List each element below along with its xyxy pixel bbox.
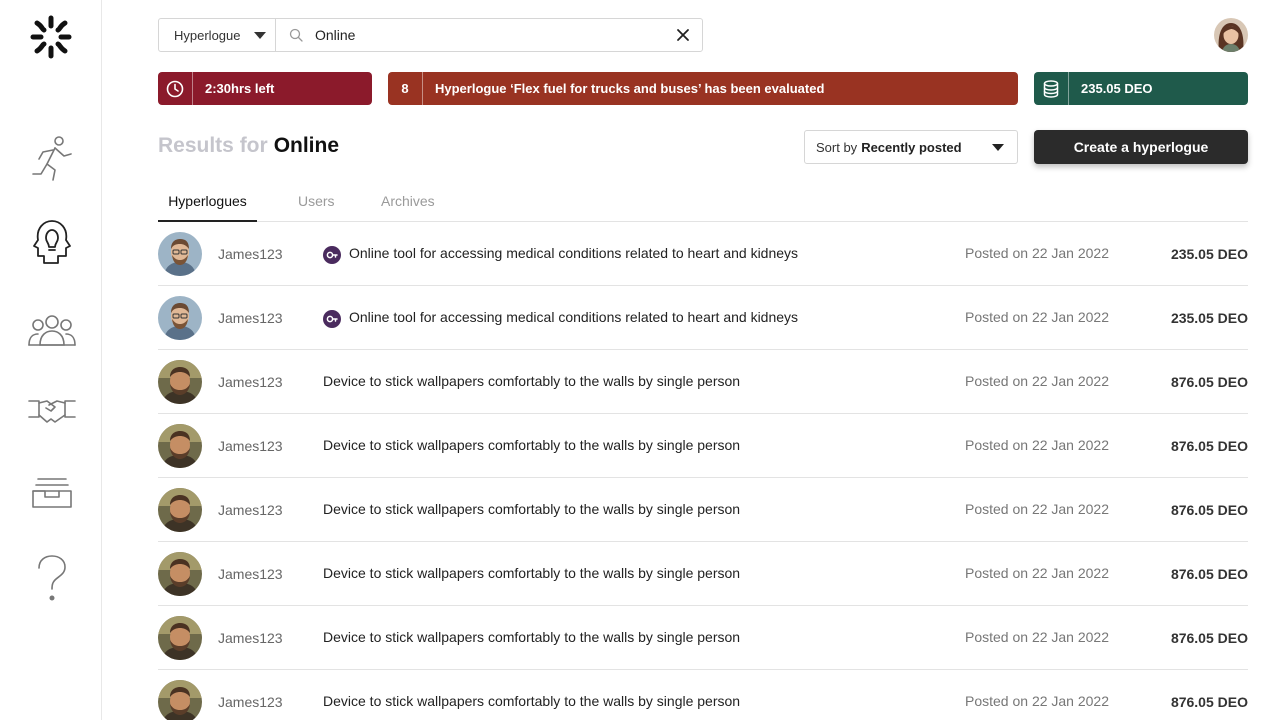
search-field bbox=[276, 19, 702, 51]
amount: 876.05 DEO bbox=[1170, 694, 1248, 710]
key-badge-icon bbox=[323, 246, 341, 264]
coin-stack-icon bbox=[1034, 72, 1069, 105]
hyperlogue-title[interactable]: Online tool for accessing medical condit… bbox=[349, 309, 798, 325]
sort-value: Recently posted bbox=[861, 139, 962, 155]
list-item[interactable]: James123 Device to stick wallpapers comfo… bbox=[158, 350, 1248, 414]
posted-date: Posted on 22 Jan 2022 bbox=[965, 245, 1110, 261]
list-item[interactable]: James123 Device to stick wallpapers comfo… bbox=[158, 478, 1248, 542]
amount: 876.05 DEO bbox=[1170, 438, 1248, 454]
username[interactable]: James123 bbox=[218, 630, 283, 646]
amount: 235.05 DEO bbox=[1170, 310, 1248, 326]
hyperlogue-title[interactable]: Device to stick wallpapers comfortably t… bbox=[323, 437, 740, 453]
amount: 876.05 DEO bbox=[1170, 630, 1248, 646]
running-person-icon[interactable] bbox=[26, 132, 78, 184]
app-logo[interactable] bbox=[28, 14, 74, 60]
tab-users[interactable]: Users bbox=[298, 185, 335, 222]
hyperlogue-title[interactable]: Device to stick wallpapers comfortably t… bbox=[323, 501, 740, 517]
posted-date: Posted on 22 Jan 2022 bbox=[965, 565, 1110, 581]
time-remaining-text: 2:30hrs left bbox=[205, 81, 275, 96]
username[interactable]: James123 bbox=[218, 438, 283, 454]
notification-count: 8 bbox=[388, 72, 423, 105]
inbox-tray-icon[interactable] bbox=[26, 466, 78, 518]
avatar[interactable] bbox=[158, 616, 202, 660]
posted-date: Posted on 22 Jan 2022 bbox=[965, 629, 1110, 645]
posted-date: Posted on 22 Jan 2022 bbox=[965, 309, 1110, 325]
page-title: Results for Online bbox=[158, 134, 339, 158]
list-item[interactable]: James123 Online tool for accessing medica… bbox=[158, 222, 1248, 286]
head-lightbulb-icon[interactable] bbox=[26, 216, 78, 268]
search-bar: Hyperlogue bbox=[158, 18, 703, 52]
clear-search-icon[interactable] bbox=[676, 28, 690, 42]
hyperlogue-title[interactable]: Device to stick wallpapers comfortably t… bbox=[323, 373, 740, 389]
tab-hyperlogues[interactable]: Hyperlogues bbox=[158, 185, 257, 222]
search-scope-dropdown[interactable]: Hyperlogue bbox=[159, 19, 276, 51]
amount: 876.05 DEO bbox=[1170, 502, 1248, 518]
avatar[interactable] bbox=[158, 296, 202, 340]
list-item[interactable]: James123 Online tool for accessing medica… bbox=[158, 286, 1248, 350]
hyperlogue-title[interactable]: Online tool for accessing medical condit… bbox=[349, 245, 798, 261]
help-question-icon[interactable] bbox=[26, 552, 78, 604]
posted-date: Posted on 22 Jan 2022 bbox=[965, 437, 1110, 453]
balance-banner: 235.05 DEO bbox=[1034, 72, 1248, 105]
results-list: James123 Online tool for accessing medica… bbox=[158, 222, 1248, 720]
notification-text: Hyperlogue ‘Flex fuel for trucks and bus… bbox=[435, 81, 825, 96]
results-query: Online bbox=[273, 134, 340, 157]
username[interactable]: James123 bbox=[218, 246, 283, 262]
avatar[interactable] bbox=[158, 360, 202, 404]
hyperlogue-title[interactable]: Device to stick wallpapers comfortably t… bbox=[323, 693, 740, 709]
list-item[interactable]: James123 Device to stick wallpapers comfo… bbox=[158, 542, 1248, 606]
people-group-icon[interactable] bbox=[26, 304, 78, 356]
hyperlogue-title[interactable]: Device to stick wallpapers comfortably t… bbox=[323, 629, 740, 645]
avatar[interactable] bbox=[158, 424, 202, 468]
sidebar bbox=[0, 0, 102, 720]
amount: 876.05 DEO bbox=[1170, 566, 1248, 582]
amount: 876.05 DEO bbox=[1170, 374, 1248, 390]
avatar[interactable] bbox=[158, 552, 202, 596]
notification-banner[interactable]: 8 Hyperlogue ‘Flex fuel for trucks and b… bbox=[388, 72, 1018, 105]
list-item[interactable]: James123 Device to stick wallpapers comfo… bbox=[158, 414, 1248, 478]
search-scope-value: Hyperlogue bbox=[174, 27, 241, 43]
posted-date: Posted on 22 Jan 2022 bbox=[965, 693, 1110, 709]
balance-text: 235.05 DEO bbox=[1081, 81, 1153, 96]
caret-down-icon bbox=[992, 144, 1004, 151]
user-avatar[interactable] bbox=[1214, 18, 1248, 52]
sort-label: Sort by bbox=[816, 139, 858, 155]
sort-dropdown[interactable]: Sort by Recently posted bbox=[804, 130, 1018, 164]
results-prefix: Results for bbox=[158, 134, 268, 157]
avatar[interactable] bbox=[158, 232, 202, 276]
tab-archives[interactable]: Archives bbox=[381, 185, 435, 222]
posted-date: Posted on 22 Jan 2022 bbox=[965, 373, 1110, 389]
key-badge-icon bbox=[323, 310, 341, 328]
tab-bar: Hyperlogues Users Archives bbox=[158, 185, 1248, 222]
username[interactable]: James123 bbox=[218, 566, 283, 582]
username[interactable]: James123 bbox=[218, 502, 283, 518]
create-hyperlogue-button[interactable]: Create a hyperlogue bbox=[1034, 130, 1248, 164]
list-item[interactable]: James123 Device to stick wallpapers comfo… bbox=[158, 670, 1248, 720]
time-remaining-banner: 2:30hrs left bbox=[158, 72, 372, 105]
avatar[interactable] bbox=[158, 680, 202, 720]
username[interactable]: James123 bbox=[218, 374, 283, 390]
username[interactable]: James123 bbox=[218, 310, 283, 326]
amount: 235.05 DEO bbox=[1170, 246, 1248, 262]
caret-down-icon bbox=[254, 32, 266, 39]
avatar[interactable] bbox=[158, 488, 202, 532]
clock-icon bbox=[158, 72, 193, 105]
posted-date: Posted on 22 Jan 2022 bbox=[965, 501, 1110, 517]
list-item[interactable]: James123 Device to stick wallpapers comfo… bbox=[158, 606, 1248, 670]
hyperlogue-title[interactable]: Device to stick wallpapers comfortably t… bbox=[323, 565, 740, 581]
username[interactable]: James123 bbox=[218, 694, 283, 710]
search-icon bbox=[289, 28, 303, 47]
search-input[interactable] bbox=[276, 19, 702, 51]
handshake-icon[interactable] bbox=[26, 384, 78, 436]
